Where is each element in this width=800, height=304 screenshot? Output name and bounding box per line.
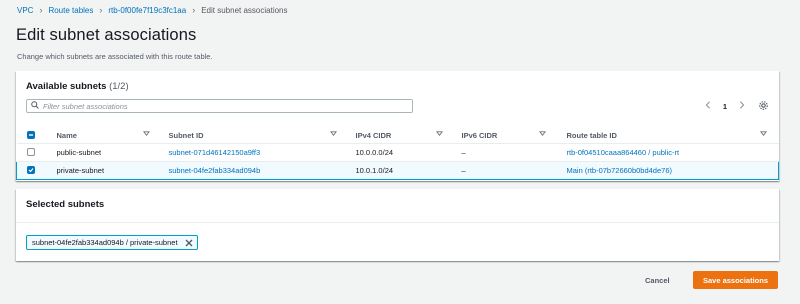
selected-subnet-token: subnet-04fe2fab334ad094b / private-subne… [26, 235, 198, 250]
sort-icon[interactable] [759, 130, 767, 139]
subnet-name: public-subnet [56, 147, 102, 157]
table-row[interactable]: private-subnet subnet-04fe2fab334ad094b … [16, 160, 779, 180]
table-row[interactable]: public-subnet subnet-071d46142150a9ff3 1… [16, 143, 779, 162]
cancel-button[interactable]: Cancel [645, 276, 670, 285]
token-label: subnet-04fe2fab334ad094b / private-subne… [32, 238, 178, 247]
column-header-ipv6-cidr[interactable]: IPv6 CIDR [456, 127, 561, 144]
filter-box [26, 99, 413, 113]
sort-icon[interactable] [435, 130, 443, 139]
selected-subnets-title: Selected subnets [26, 199, 105, 210]
available-subnets-panel: Available subnets (1/2) 1 [16, 71, 779, 181]
chevron-right-icon: › [39, 5, 43, 15]
available-subnets-header: Available subnets (1/2) [26, 81, 129, 92]
subnet-name: private-subnet [56, 165, 105, 175]
route-table-link[interactable]: rtb-0f04510caaa864460 / public-rt [567, 148, 680, 157]
breadcrumb-link-route-table[interactable]: rtb-0f00fe7f19c3fc1aa [108, 6, 186, 15]
page-title: Edit subnet associations [16, 26, 197, 44]
subnet-id-link[interactable]: subnet-071d46142150a9ff3 [169, 148, 261, 157]
select-all-checkbox[interactable] [26, 131, 35, 139]
selected-subnets-panel: Selected subnets subnet-04fe2fab334ad094… [16, 189, 779, 261]
ipv4-cidr: 10.0.1.0/24 [355, 165, 394, 175]
close-icon[interactable] [185, 239, 193, 247]
column-header-route-table-id[interactable]: Route table ID [560, 127, 779, 144]
row-checkbox[interactable] [27, 165, 35, 174]
search-icon [31, 101, 39, 111]
divider [16, 222, 779, 223]
ipv6-cidr: – [461, 147, 466, 157]
breadcrumb: VPC › Route tables › rtb-0f00fe7f19c3fc1… [17, 4, 288, 16]
select-all-header [16, 127, 51, 144]
row-checkbox[interactable] [26, 147, 35, 156]
gear-icon[interactable] [758, 100, 770, 112]
chevron-right-icon: › [99, 5, 103, 15]
chevron-left-icon[interactable] [705, 101, 711, 111]
route-table-link[interactable]: Main (rtb-07b72660b0bd4de76) [567, 166, 673, 175]
page-number[interactable]: 1 [723, 102, 727, 111]
subnets-table: Name Subnet ID IPv4 CIDR IPv6 CIDR Route… [16, 127, 779, 180]
subnet-id-link[interactable]: subnet-04fe2fab334ad094b [169, 166, 261, 175]
save-associations-button[interactable]: Save associations [693, 271, 778, 289]
ipv6-cidr: – [461, 165, 466, 175]
breadcrumb-current: Edit subnet associations [201, 5, 288, 15]
sort-icon[interactable] [329, 130, 337, 139]
available-subnets-title: Available subnets [26, 81, 107, 92]
column-header-subnet-id[interactable]: Subnet ID [163, 127, 350, 144]
pagination: 1 [705, 100, 745, 112]
chevron-right-icon[interactable] [739, 101, 745, 111]
breadcrumb-link-route-tables[interactable]: Route tables [48, 6, 93, 15]
chevron-right-icon: › [192, 5, 196, 15]
column-header-ipv4-cidr[interactable]: IPv4 CIDR [349, 127, 457, 144]
column-header-name[interactable]: Name [50, 127, 164, 144]
ipv4-cidr: 10.0.0.0/24 [355, 147, 394, 157]
table-header-row: Name Subnet ID IPv4 CIDR IPv6 CIDR Route… [16, 127, 779, 144]
sort-icon[interactable] [142, 130, 150, 139]
sort-icon[interactable] [538, 130, 546, 139]
available-subnets-count: (1/2) [109, 81, 129, 92]
breadcrumb-link-vpc[interactable]: VPC [17, 6, 33, 15]
page-description: Change which subnets are associated with… [17, 52, 213, 61]
filter-input[interactable] [43, 101, 403, 111]
